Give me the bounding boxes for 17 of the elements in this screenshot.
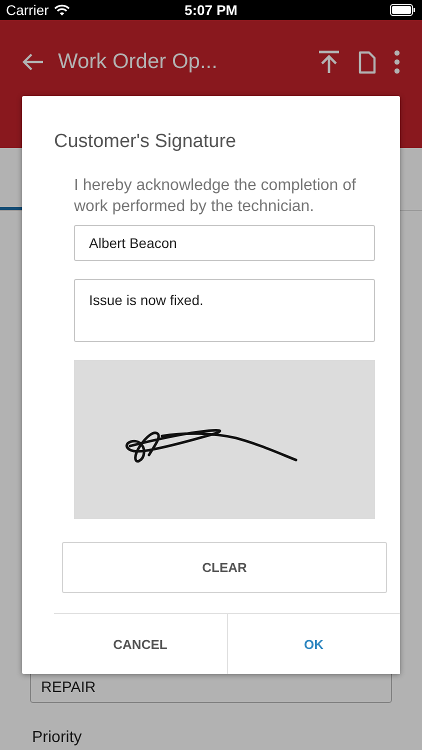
carrier-label: Carrier [6,2,49,18]
notes-field[interactable]: Issue is now fixed. [74,279,375,342]
battery-icon [390,4,416,16]
acknowledgement-text: I hereby acknowledge the completion of work performed by the technician. [74,176,357,217]
dialog-title: Customer's Signature [54,131,238,153]
name-field[interactable]: Albert Beacon [74,225,375,261]
back-button[interactable] [22,53,44,71]
status-time: 5:07 PM [184,2,238,18]
clear-button[interactable]: CLEAR [62,542,387,593]
upload-button[interactable] [318,50,340,74]
wifi-icon [54,4,70,16]
field-label: Priority [32,729,83,747]
ok-button[interactable]: OK [226,614,400,674]
more-menu-button[interactable] [394,50,400,74]
screen-title: Work Order Op... [58,50,218,74]
document-button[interactable] [358,50,376,74]
signature-pad[interactable] [74,360,375,519]
